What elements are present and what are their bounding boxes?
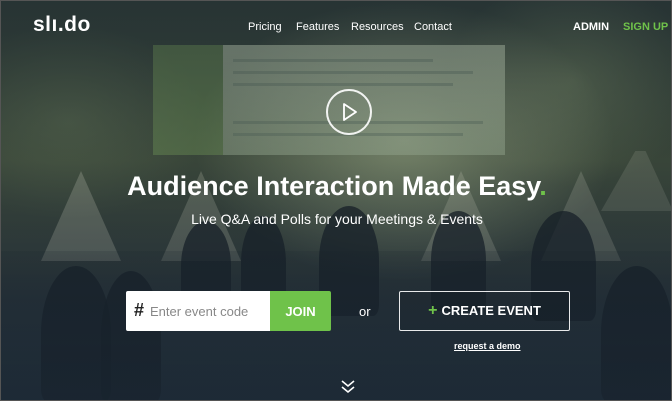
nav-resources[interactable]: Resources — [351, 21, 404, 33]
hero-section: slı.do Pricing Features Resources Contac… — [0, 0, 672, 401]
headline: Audience Interaction Made Easy. — [1, 171, 671, 202]
plus-icon: + — [428, 302, 438, 319]
admin-link[interactable]: ADMIN — [573, 21, 609, 33]
request-demo-link[interactable]: request a demo — [454, 341, 521, 351]
join-button[interactable]: JOIN — [270, 291, 331, 331]
subheadline: Live Q&A and Polls for your Meetings & E… — [191, 211, 483, 227]
headline-dot: . — [539, 171, 547, 201]
play-video-button[interactable] — [326, 89, 372, 135]
hash-icon: # — [134, 300, 145, 320]
event-code-box: # — [126, 291, 271, 331]
create-event-button[interactable]: + CREATE EVENT — [399, 291, 570, 331]
create-event-label: CREATE EVENT — [441, 303, 541, 318]
nav-contact[interactable]: Contact — [414, 21, 452, 33]
headline-text: Audience Interaction Made Easy — [127, 171, 540, 201]
double-chevron-down-icon[interactable] — [340, 379, 356, 395]
play-icon — [343, 103, 357, 121]
signup-link[interactable]: SIGN UP — [623, 21, 668, 33]
nav-pricing[interactable]: Pricing — [248, 21, 282, 33]
or-label: or — [359, 304, 371, 319]
top-nav: Pricing Features Resources Contact ADMIN… — [1, 21, 671, 35]
event-code-input[interactable] — [150, 291, 268, 331]
nav-features[interactable]: Features — [296, 21, 339, 33]
